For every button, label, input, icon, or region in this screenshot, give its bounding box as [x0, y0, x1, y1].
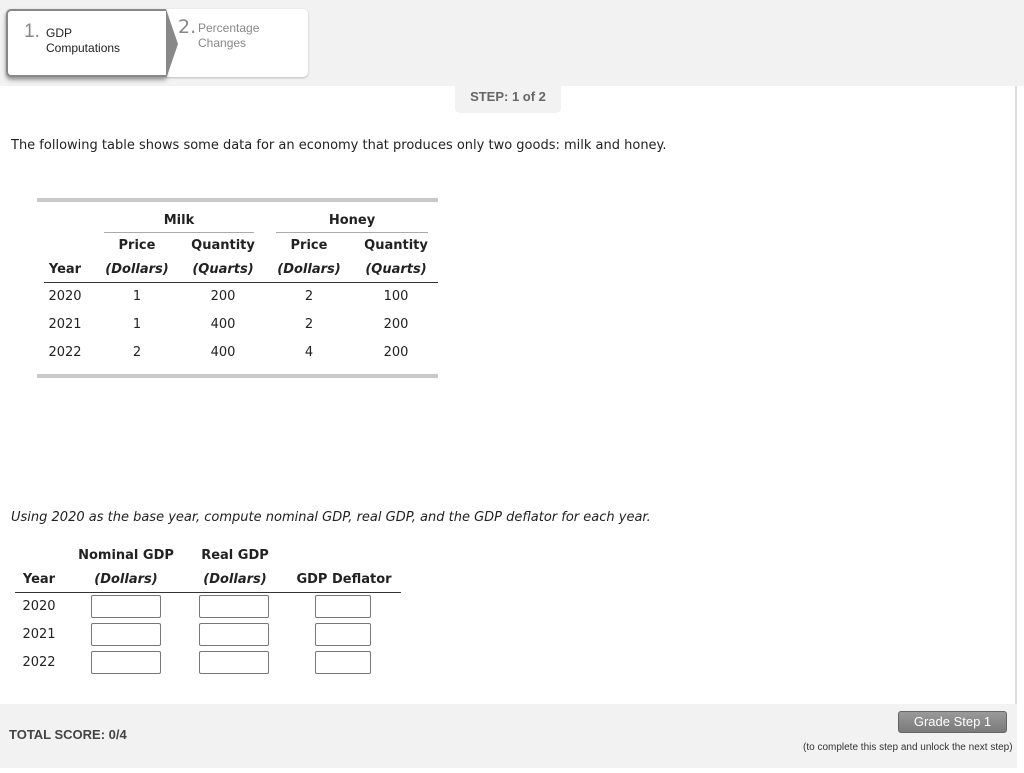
nominal-gdp-input[interactable]	[91, 595, 161, 618]
year-label: 2022	[18, 655, 60, 670]
column-header: Quantity	[188, 238, 258, 253]
column-header: GDP Deflator	[292, 572, 396, 587]
divider	[276, 232, 428, 233]
tab-label: Changes	[198, 35, 246, 52]
table-cell: 400	[188, 345, 258, 360]
column-header: Real GDP	[196, 548, 274, 563]
table-top-rule	[37, 198, 438, 202]
unit-label: (Quarts)	[360, 262, 432, 277]
table-cell: 200	[360, 317, 432, 332]
table-cell: 4	[276, 345, 342, 360]
table-cell: 2021	[44, 317, 86, 332]
step-indicator: STEP: 1 of 2	[455, 84, 561, 113]
intro-text: The following table shows some data for …	[11, 138, 667, 153]
table-cell: 2022	[44, 345, 86, 360]
question-text: Using 2020 as the base year, compute nom…	[11, 510, 651, 525]
year-label: 2020	[18, 599, 60, 614]
table-cell: 200	[188, 289, 258, 304]
table-cell: 200	[360, 345, 432, 360]
footer-bar	[0, 704, 1017, 768]
unit-label: (Dollars)	[100, 262, 174, 277]
column-header-year: Year	[18, 572, 60, 587]
table-cell: 2	[276, 317, 342, 332]
column-header: Price	[276, 238, 342, 253]
tab-gdp-computations[interactable]: 1. GDP Computations	[6, 9, 166, 77]
divider	[44, 282, 438, 283]
table-cell: 100	[360, 289, 432, 304]
gdp-deflator-input[interactable]	[315, 595, 371, 618]
group-header-honey: Honey	[276, 213, 428, 228]
grade-note: (to complete this step and unlock the ne…	[803, 742, 1013, 753]
unit-label: (Dollars)	[272, 262, 346, 277]
table-cell: 2	[104, 345, 170, 360]
table-cell: 400	[188, 317, 258, 332]
tab-number: 1.	[24, 21, 40, 43]
table-cell: 1	[104, 289, 170, 304]
nominal-gdp-input[interactable]	[91, 623, 161, 646]
table-cell: 2	[276, 289, 342, 304]
real-gdp-input[interactable]	[199, 595, 269, 618]
gdp-deflator-input[interactable]	[315, 623, 371, 646]
gdp-deflator-input[interactable]	[315, 651, 371, 674]
nominal-gdp-input[interactable]	[91, 651, 161, 674]
tab-label: Computations	[46, 40, 120, 57]
column-header-year: Year	[44, 262, 86, 277]
table-cell: 1	[104, 317, 170, 332]
real-gdp-input[interactable]	[199, 651, 269, 674]
real-gdp-input[interactable]	[199, 623, 269, 646]
group-header-milk: Milk	[104, 213, 254, 228]
tab-number: 2.	[178, 16, 196, 38]
grade-step-button[interactable]: Grade Step 1	[898, 711, 1007, 733]
divider	[104, 232, 254, 233]
column-header: Quantity	[360, 238, 432, 253]
year-label: 2021	[18, 627, 60, 642]
unit-label: (Quarts)	[188, 262, 258, 277]
unit-label: (Dollars)	[196, 572, 274, 587]
table-cell: 2020	[44, 289, 86, 304]
column-header: Nominal GDP	[74, 548, 178, 563]
total-score: TOTAL SCORE: 0/4	[9, 727, 127, 742]
column-header: Price	[104, 238, 170, 253]
divider	[15, 592, 401, 593]
unit-label: (Dollars)	[74, 572, 178, 587]
table-bottom-rule	[37, 374, 438, 378]
step-tabs: 1. GDP Computations 2. Percentage Change…	[6, 9, 308, 77]
